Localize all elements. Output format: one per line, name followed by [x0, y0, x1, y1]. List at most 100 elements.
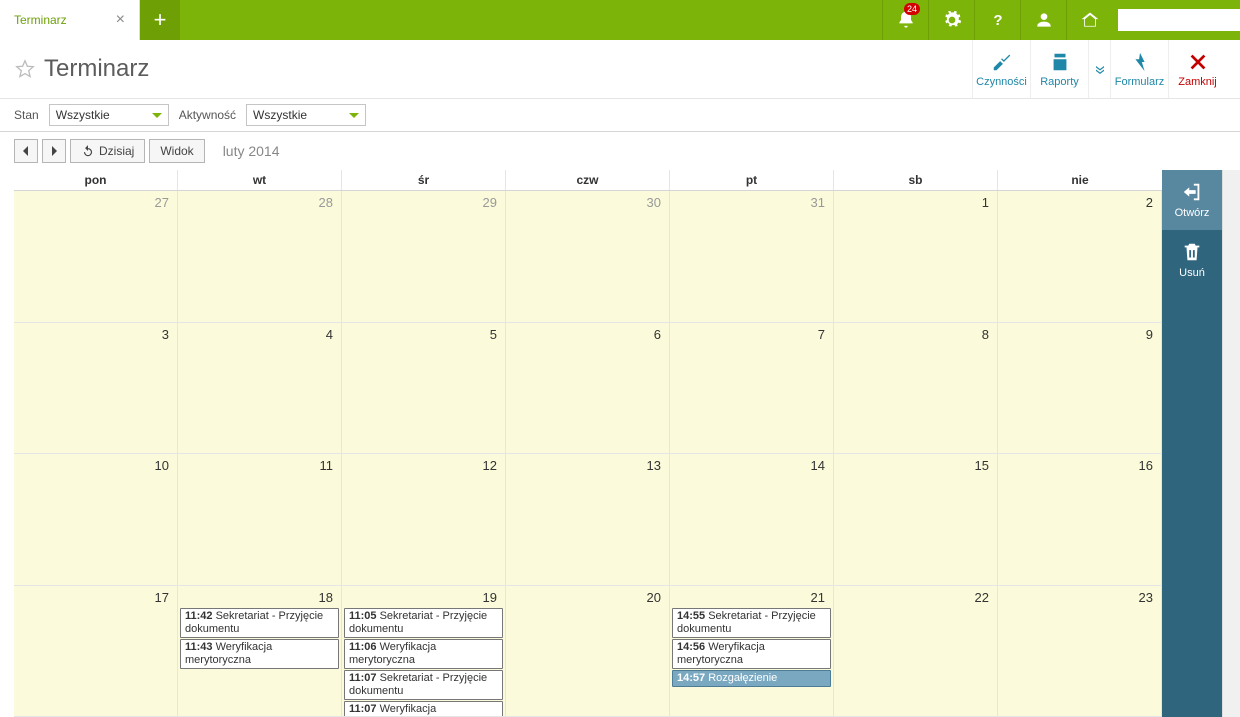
calendar-cell[interactable]: 16 — [998, 454, 1162, 586]
day-header: nie — [998, 170, 1162, 190]
action-czynnosci[interactable]: Czynności — [972, 40, 1030, 98]
home-icon[interactable] — [1066, 0, 1112, 40]
calendar-cell[interactable]: 20 — [506, 586, 670, 717]
calendar-cell[interactable]: 18 11:42 Sekretariat - Przyjęcie dokument… — [178, 586, 342, 717]
view-button[interactable]: Widok — [149, 139, 204, 163]
day-number: 4 — [326, 327, 333, 342]
day-header: śr — [342, 170, 506, 190]
page-title: Terminarz — [44, 55, 972, 83]
star-icon[interactable] — [14, 58, 36, 80]
today-button[interactable]: Dzisiaj — [70, 139, 145, 163]
akt-select[interactable]: Wszystkie — [246, 104, 366, 126]
calendar-cell[interactable]: 11 — [178, 454, 342, 586]
day-number: 30 — [647, 195, 661, 210]
calendar-cell[interactable]: 17 — [14, 586, 178, 717]
calendar-event[interactable]: 11:05 Sekretariat - Przyjęcie dokumentu — [344, 608, 503, 638]
calendar-cell[interactable]: 6 — [506, 323, 670, 455]
help-icon[interactable]: ? — [974, 0, 1020, 40]
day-number: 22 — [975, 590, 989, 605]
day-header: wt — [178, 170, 342, 190]
day-number: 15 — [975, 458, 989, 473]
day-number: 31 — [811, 195, 825, 210]
calendar-cell[interactable]: 5 — [342, 323, 506, 455]
day-number: 11 — [320, 458, 334, 473]
add-tab-button[interactable]: + — [140, 0, 180, 40]
day-number: 12 — [483, 458, 497, 473]
calendar-event[interactable]: 11:07 Weryfikacja merytoryczna — [344, 701, 503, 717]
calendar-cell[interactable]: 28 — [178, 191, 342, 323]
side-panel: Otwórz Usuń — [1162, 170, 1222, 717]
calendar-cell[interactable]: 7 — [670, 323, 834, 455]
search-input[interactable] — [1118, 9, 1240, 31]
calendar-cell[interactable]: 29 — [342, 191, 506, 323]
calendar-cell[interactable]: 31 — [670, 191, 834, 323]
calendar-event[interactable]: 14:57 Rozgałęzienie — [672, 670, 831, 687]
raporty-dropdown[interactable] — [1088, 40, 1110, 98]
day-header-row: ponwtśrczwptsbnie — [14, 170, 1162, 191]
calendar-cell[interactable]: 12 — [342, 454, 506, 586]
tab-label: Terminarz — [14, 13, 67, 27]
day-number: 19 — [483, 590, 497, 605]
day-number: 13 — [647, 458, 661, 473]
calendar-cell[interactable]: 30 — [506, 191, 670, 323]
day-number: 17 — [155, 590, 169, 605]
calendar-event[interactable]: 11:42 Sekretariat - Przyjęcie dokumentu — [180, 608, 339, 638]
day-header: pt — [670, 170, 834, 190]
day-number: 20 — [647, 590, 661, 605]
day-number: 27 — [155, 195, 169, 210]
stan-select[interactable]: Wszystkie — [49, 104, 169, 126]
day-number: 16 — [1139, 458, 1153, 473]
calendar-cell[interactable]: 19 11:05 Sekretariat - Przyjęcie dokument… — [342, 586, 506, 717]
day-number: 29 — [483, 195, 497, 210]
day-number: 3 — [162, 327, 169, 342]
day-number: 23 — [1139, 590, 1153, 605]
calendar-event[interactable]: 11:06 Weryfikacja merytoryczna — [344, 639, 503, 669]
search-box — [1112, 0, 1240, 40]
calendar-cell[interactable]: 10 — [14, 454, 178, 586]
day-number: 5 — [490, 327, 497, 342]
calendar-cell[interactable]: 1 — [834, 191, 998, 323]
day-header: sb — [834, 170, 998, 190]
day-number: 18 — [319, 590, 333, 605]
calendar-cell[interactable]: 22 — [834, 586, 998, 717]
day-number: 7 — [818, 327, 825, 342]
calendar-cell[interactable]: 4 — [178, 323, 342, 455]
svg-text:?: ? — [993, 12, 1002, 29]
action-formularz[interactable]: Formularz — [1110, 40, 1168, 98]
calendar-cell[interactable]: 23 — [998, 586, 1162, 717]
day-header: pon — [14, 170, 178, 190]
calendar-cell[interactable]: 15 — [834, 454, 998, 586]
calendar-cell[interactable]: 2 — [998, 191, 1162, 323]
close-icon[interactable]: × — [116, 11, 125, 29]
prev-button[interactable] — [14, 139, 38, 163]
day-number: 1 — [982, 195, 989, 210]
calendar-event[interactable]: 11:43 Weryfikacja merytoryczna — [180, 639, 339, 669]
calendar-cell[interactable]: 13 — [506, 454, 670, 586]
side-open-button[interactable]: Otwórz — [1162, 170, 1222, 230]
day-number: 8 — [982, 327, 989, 342]
next-button[interactable] — [42, 139, 66, 163]
day-number: 2 — [1146, 195, 1153, 210]
side-delete-button[interactable]: Usuń — [1162, 230, 1222, 290]
calendar-cell[interactable]: 2114:55 Sekretariat - Przyjęcie dokument… — [670, 586, 834, 717]
action-raporty[interactable]: Raporty — [1030, 40, 1088, 98]
day-number: 14 — [811, 458, 825, 473]
day-number: 10 — [155, 458, 169, 473]
calendar-event[interactable]: 14:56 Weryfikacja merytoryczna — [672, 639, 831, 669]
calendar-cell[interactable]: 9 — [998, 323, 1162, 455]
action-zamknij[interactable]: Zamknij — [1168, 40, 1226, 98]
calendar-event[interactable]: 14:55 Sekretariat - Przyjęcie dokumentu — [672, 608, 831, 638]
tab-terminarz[interactable]: Terminarz × — [0, 0, 140, 40]
notification-badge: 24 — [904, 3, 920, 15]
gear-icon[interactable] — [928, 0, 974, 40]
calendar-grid: 272829303112345678910111213141516171811:… — [14, 191, 1162, 717]
bell-icon[interactable]: 24 — [882, 0, 928, 40]
calendar-cell[interactable]: 27 — [14, 191, 178, 323]
calendar-cell[interactable]: 14 — [670, 454, 834, 586]
month-label: luty 2014 — [223, 143, 280, 159]
calendar-event[interactable]: 11:07 Sekretariat - Przyjęcie dokumentu — [344, 670, 503, 700]
user-icon[interactable] — [1020, 0, 1066, 40]
calendar-cell[interactable]: 8 — [834, 323, 998, 455]
vertical-scrollbar[interactable] — [1222, 170, 1240, 717]
calendar-cell[interactable]: 3 — [14, 323, 178, 455]
